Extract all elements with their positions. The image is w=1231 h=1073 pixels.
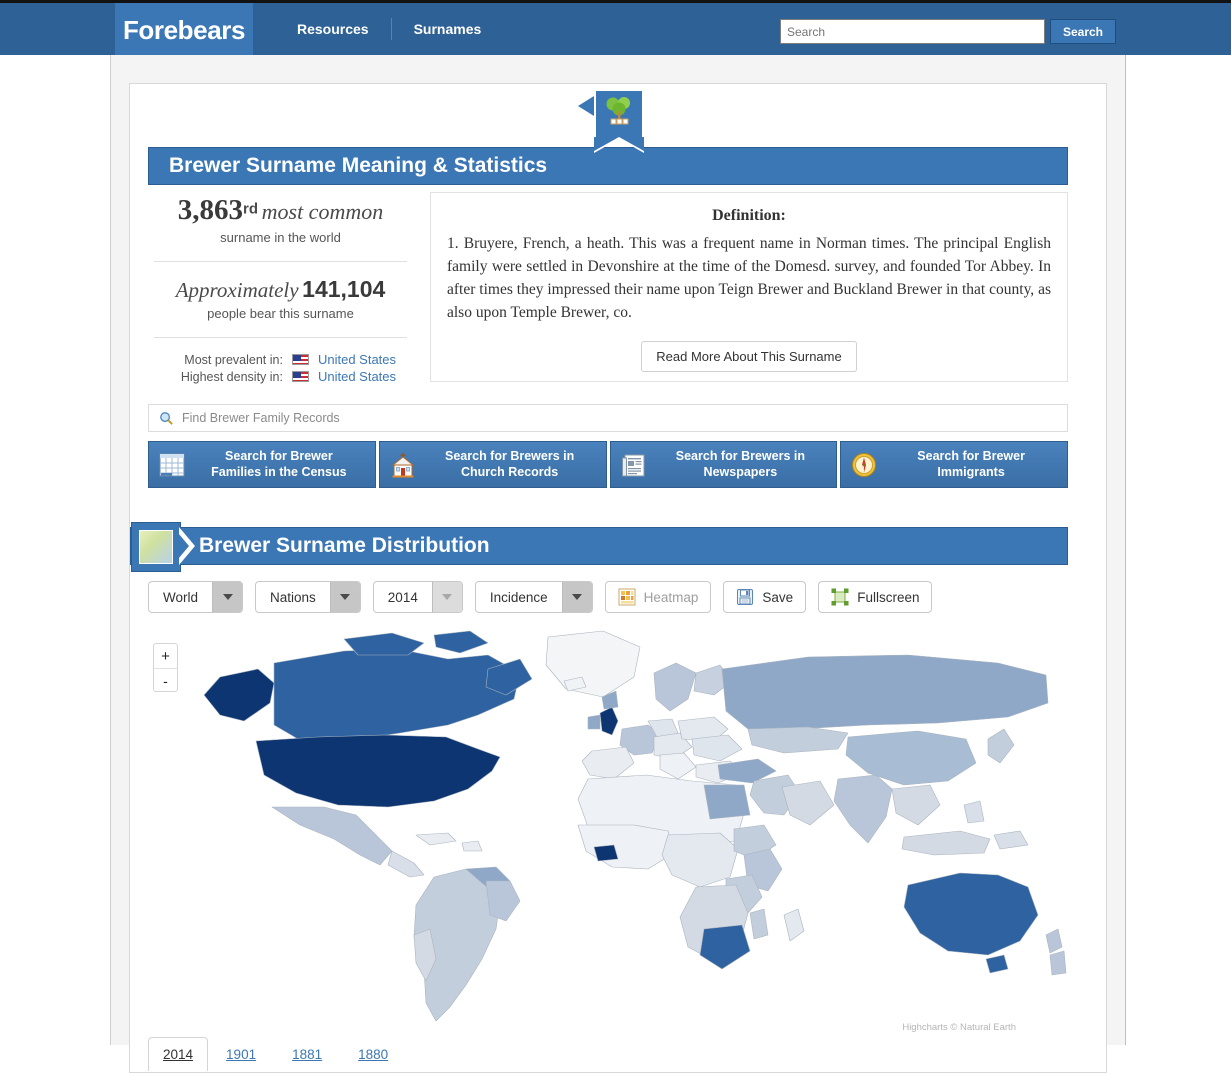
chevron-down-icon[interactable] <box>329 582 360 612</box>
save-button[interactable]: Save <box>723 581 807 613</box>
year-tab-1880[interactable]: 1880 <box>340 1038 406 1071</box>
heatmap-button-label: Heatmap <box>643 589 699 605</box>
search-census-label: Search for Brewer Families in the Census <box>211 448 347 479</box>
save-button-label: Save <box>762 589 794 605</box>
search-church-button[interactable]: Search for Brewers in Church Records <box>378 441 607 488</box>
region-select-value: World <box>163 589 199 605</box>
year-tab-1881[interactable]: 1881 <box>274 1038 340 1071</box>
year-select[interactable]: 2014 <box>372 581 463 613</box>
magnifier-icon <box>160 411 173 425</box>
search-input[interactable] <box>779 19 1045 44</box>
surname-stats-panel: 3,863rd most common surname in the world… <box>148 194 413 386</box>
most-prevalent-label: Most prevalent in: <box>184 352 283 367</box>
site-logo[interactable]: Forebears <box>115 3 253 58</box>
stats-divider-2 <box>154 337 407 338</box>
approx-line: Approximately 141,104 <box>148 276 413 303</box>
distribution-section-header: Brewer Surname Distribution <box>130 522 1068 572</box>
rank-phrase: most common <box>261 199 384 224</box>
chevron-down-icon[interactable] <box>212 582 243 612</box>
heatmap-icon <box>618 588 636 606</box>
church-icon <box>391 452 415 477</box>
definition-title: Definition: <box>712 207 786 224</box>
search-button[interactable]: Search <box>1049 19 1116 44</box>
chevron-right-fill <box>173 527 189 565</box>
year-tabs: 2014 1901 1881 1880 <box>148 1037 406 1071</box>
definition-text: 1. Bruyere, French, a heath. This was a … <box>447 235 1051 321</box>
definition-panel: Definition: 1. Bruyere, French, a heath.… <box>430 192 1068 382</box>
rank-number: 3,863 <box>177 194 243 226</box>
nav-item-resources[interactable]: Resources <box>275 21 391 37</box>
tree-badge-icon <box>578 89 644 151</box>
zoom-in-button[interactable]: + <box>154 644 177 668</box>
rank-subtitle: surname in the world <box>220 230 341 245</box>
find-records-placeholder: Find Brewer Family Records <box>182 411 340 425</box>
search-newspapers-label: Search for Brewers in Newspapers <box>675 448 805 479</box>
meaning-section-header: Brewer Surname Meaning & Statistics <box>148 147 1068 185</box>
top-navigation-bar: Forebears Resources Surnames Search <box>0 0 1231 58</box>
record-search-buttons: Search for Brewer Families in the Census… <box>148 441 1068 488</box>
map-credit: Highcharts © Natural Earth <box>902 1022 1016 1033</box>
zoom-out-button[interactable]: - <box>154 668 177 692</box>
fullscreen-button-label: Fullscreen <box>857 589 920 605</box>
year-tab-2014[interactable]: 2014 <box>148 1037 209 1071</box>
search-immigrants-button[interactable]: Search for Brewer Immigrants <box>840 441 1068 488</box>
world-map[interactable]: + - Highcharts © Natural Earth <box>148 629 1068 1033</box>
search-church-label: Search for Brewers in Church Records <box>445 448 575 479</box>
map-toolbar: World Nations 2014 Incidence Heatmap Sav… <box>148 581 944 613</box>
nav-item-surnames[interactable]: Surnames <box>392 21 504 37</box>
region-select[interactable]: World <box>148 581 244 613</box>
map-thumbnail-icon <box>139 530 173 564</box>
most-prevalent-value[interactable]: United States <box>318 352 396 367</box>
us-flag-icon <box>291 371 309 382</box>
header-search: Search <box>779 19 1116 44</box>
map-zoom-controls: + - <box>153 643 178 692</box>
prevalence-block: Most prevalent in: United States Highest… <box>148 352 413 384</box>
search-newspapers-button[interactable]: Search for Brewers in Newspapers <box>609 441 838 488</box>
heatmap-button: Heatmap <box>604 581 712 613</box>
approx-word: Approximately <box>175 278 299 302</box>
main-nav: Resources Surnames <box>275 3 503 55</box>
map-svg <box>203 630 1067 1029</box>
most-prevalent-row: Most prevalent in: United States <box>148 352 413 367</box>
stats-divider-1 <box>154 261 407 262</box>
level-select[interactable]: Nations <box>255 581 361 613</box>
search-census-button[interactable]: Search for Brewer Families in the Census <box>148 441 376 488</box>
family-tree-icon <box>606 97 630 125</box>
chevron-down-icon[interactable] <box>561 582 592 612</box>
approx-number: 141,104 <box>302 276 386 302</box>
level-select-value: Nations <box>270 589 316 605</box>
floppy-disk-icon <box>737 589 754 605</box>
fullscreen-icon <box>831 588 849 606</box>
content-card: Brewer Surname Meaning & Statistics 3,86… <box>129 83 1107 1073</box>
badge-ribbon-tail <box>578 96 594 116</box>
metric-select-value: Incidence <box>489 589 548 605</box>
chevron-down-icon <box>431 582 462 612</box>
page-container: Brewer Surname Meaning & Statistics 3,86… <box>110 55 1126 1073</box>
highest-density-value[interactable]: United States <box>318 369 396 384</box>
fullscreen-button[interactable]: Fullscreen <box>818 581 933 613</box>
search-immigrants-label: Search for Brewer Immigrants <box>917 448 1025 479</box>
compass-icon <box>852 452 877 477</box>
highest-density-label: Highest density in: <box>180 369 283 384</box>
us-flag-icon <box>291 354 309 365</box>
approx-subtitle: people bear this surname <box>207 306 354 321</box>
newspaper-icon <box>621 454 644 476</box>
rank-line: 3,863rd most common <box>148 194 413 227</box>
year-tab-1901[interactable]: 1901 <box>208 1038 274 1071</box>
year-select-value: 2014 <box>387 589 418 605</box>
census-grid-icon <box>159 453 185 476</box>
badge-point <box>594 137 644 151</box>
highest-density-row: Highest density in: United States <box>148 369 413 384</box>
page-title: Brewer Surname Meaning & Statistics <box>169 154 548 177</box>
rank-suffix: rd <box>243 200 258 218</box>
read-more-button[interactable]: Read More About This Surname <box>641 340 857 372</box>
find-records-search[interactable]: Find Brewer Family Records <box>148 404 1068 432</box>
metric-select[interactable]: Incidence <box>474 581 593 613</box>
